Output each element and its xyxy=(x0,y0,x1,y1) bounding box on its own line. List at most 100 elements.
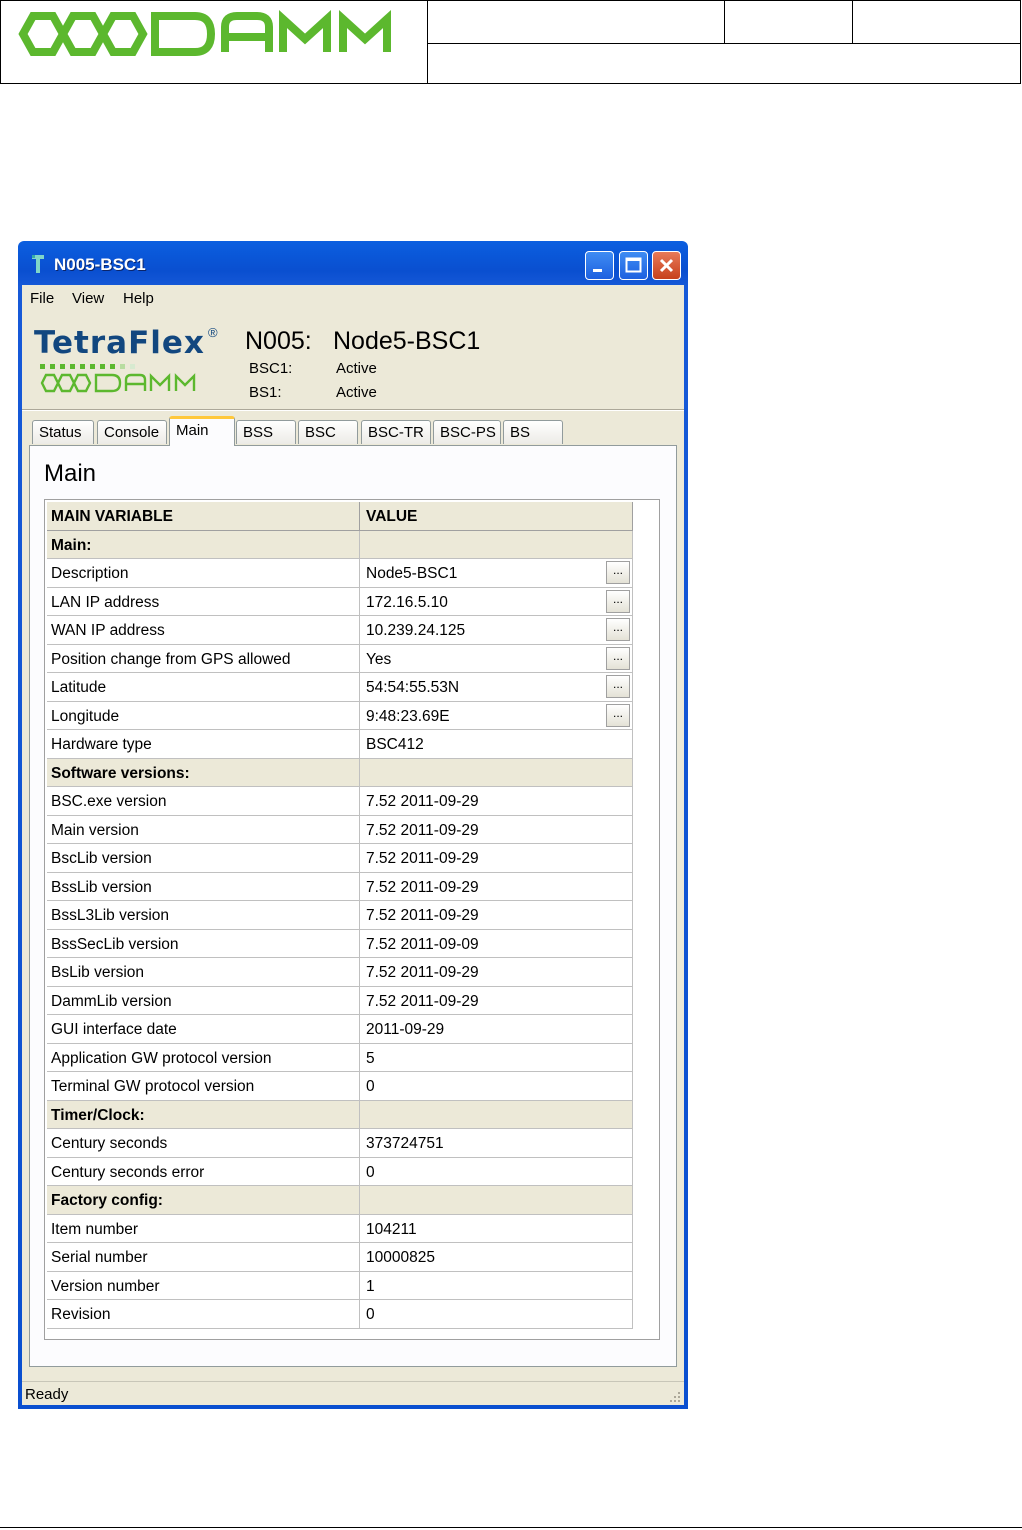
variable-value-cell[interactable]: 9:48:23.69E... xyxy=(360,701,633,729)
table-row[interactable]: BSC.exe version 7.52 2011-09-29 xyxy=(47,787,633,816)
status-label-bsc1: BSC1: xyxy=(249,360,293,377)
menu-view[interactable]: View xyxy=(72,290,104,307)
variable-value: 0 xyxy=(366,1163,375,1181)
variable-name: BsLib version xyxy=(47,958,360,986)
variable-value-cell[interactable]: 104211 xyxy=(360,1214,633,1242)
tab-bsc[interactable]: BSC xyxy=(298,420,358,444)
variable-value: 9:48:23.69E xyxy=(366,707,450,725)
table-row[interactable]: Serial number 10000825 xyxy=(47,1243,633,1272)
variable-name: Revision xyxy=(47,1300,360,1328)
table-row[interactable]: Century seconds error 0 xyxy=(47,1157,633,1186)
table-row[interactable]: BscLib version 7.52 2011-09-29 xyxy=(47,844,633,873)
variable-value-cell[interactable]: 1 xyxy=(360,1271,633,1299)
footer-rule xyxy=(0,1527,1022,1528)
tab-status[interactable]: Status xyxy=(32,420,94,444)
variable-value-cell[interactable]: 10.239.24.125... xyxy=(360,616,633,644)
variable-value-cell[interactable]: BSC412 xyxy=(360,730,633,758)
variable-name: Serial number xyxy=(47,1243,360,1271)
variable-value-cell[interactable]: 7.52 2011-09-29 xyxy=(360,872,633,900)
menu-help[interactable]: Help xyxy=(123,290,154,307)
variable-grid[interactable]: MAIN VARIABLE VALUE Main: Description Node… xyxy=(44,499,660,1340)
variable-value-cell[interactable]: 7.52 2011-09-29 xyxy=(360,844,633,872)
minimize-button[interactable] xyxy=(585,251,614,280)
table-row[interactable]: Description Node5-BSC1... xyxy=(47,559,633,588)
variable-value: 7.52 2011-09-29 xyxy=(366,907,479,924)
variable-name: Version number xyxy=(47,1271,360,1299)
tab-console[interactable]: Console xyxy=(97,420,167,444)
table-row[interactable]: WAN IP address 10.239.24.125... xyxy=(47,616,633,645)
variable-value-cell[interactable]: 7.52 2011-09-09 xyxy=(360,929,633,957)
close-button[interactable] xyxy=(652,251,681,280)
variable-value-cell[interactable]: 5 xyxy=(360,1043,633,1071)
table-row[interactable]: Application GW protocol version 5 xyxy=(47,1043,633,1072)
edit-value-button[interactable]: ... xyxy=(606,589,630,613)
edit-value-button[interactable]: ... xyxy=(606,703,630,727)
variable-value-cell[interactable]: 0 xyxy=(360,1157,633,1185)
window-title: N005-BSC1 xyxy=(54,255,146,274)
section-row: Software versions: xyxy=(47,758,633,787)
tab-bsc-ps[interactable]: BSC-PS xyxy=(433,420,501,444)
header-cell-subtitle xyxy=(428,44,1021,83)
column-header-variable[interactable]: MAIN VARIABLE xyxy=(47,502,360,530)
title-bar[interactable]: N005-BSC1 xyxy=(22,241,684,285)
app-window: N005-BSC1 File View Help TetraFlex ® N00… xyxy=(18,241,688,1409)
variable-value: 7.52 2011-09-29 xyxy=(366,878,479,896)
table-row[interactable]: BssL3Lib version 7.52 2011-09-29 xyxy=(47,901,633,930)
table-row[interactable]: LAN IP address 172.16.5.10... xyxy=(47,587,633,616)
column-header-value[interactable]: VALUE xyxy=(360,502,633,530)
variable-value: 54:54:55.53N xyxy=(366,679,460,696)
variable-value-cell[interactable]: Node5-BSC1... xyxy=(360,559,633,587)
table-row[interactable]: BssSecLib version 7.52 2011-09-09 xyxy=(47,929,633,958)
header-separator xyxy=(22,409,684,411)
edit-value-button[interactable]: ... xyxy=(606,561,630,584)
registered-mark: ® xyxy=(208,325,218,340)
table-row[interactable]: Version number 1 xyxy=(47,1271,633,1300)
variable-name: BssL3Lib version xyxy=(47,901,360,929)
table-row[interactable]: Hardware type BSC412 xyxy=(47,730,633,759)
variable-value-cell[interactable]: 373724751 xyxy=(360,1129,633,1157)
variable-value-cell[interactable]: 7.52 2011-09-29 xyxy=(360,815,633,843)
variable-value-cell[interactable]: 7.52 2011-09-29 xyxy=(360,787,633,815)
resize-grip-icon[interactable] xyxy=(667,1389,681,1403)
table-row[interactable]: Terminal GW protocol version 0 xyxy=(47,1072,633,1101)
variable-value: 7.52 2011-09-29 xyxy=(366,850,479,867)
table-row[interactable]: Position change from GPS allowed Yes... xyxy=(47,644,633,673)
edit-value-button[interactable]: ... xyxy=(606,646,630,670)
table-row[interactable]: Longitude 9:48:23.69E... xyxy=(47,701,633,730)
variable-name: Longitude xyxy=(47,701,360,729)
variable-value-cell[interactable]: 7.52 2011-09-29 xyxy=(360,986,633,1014)
variable-value-cell[interactable]: 7.52 2011-09-29 xyxy=(360,958,633,986)
edit-value-button[interactable]: ... xyxy=(606,675,630,698)
tab-strip: Status Console Main BSS BSC BSC-TR BSC-P… xyxy=(22,415,684,446)
table-row[interactable]: Item number 104211 xyxy=(47,1214,633,1243)
grid-body: MAIN VARIABLE VALUE Main: Description Node… xyxy=(47,502,633,1329)
variable-value: 7.52 2011-09-29 xyxy=(366,821,479,839)
variable-value: 7.52 2011-09-29 xyxy=(366,793,479,810)
variable-value-cell[interactable]: 54:54:55.53N... xyxy=(360,673,633,701)
tab-bss[interactable]: BSS xyxy=(236,420,296,444)
variable-value: 0 xyxy=(366,1306,375,1323)
table-row[interactable]: Revision 0 xyxy=(47,1300,633,1329)
table-row[interactable]: Main version 7.52 2011-09-29 xyxy=(47,815,633,844)
table-row[interactable]: Latitude 54:54:55.53N... xyxy=(47,673,633,702)
table-row[interactable]: DammLib version 7.52 2011-09-29 xyxy=(47,986,633,1015)
edit-value-button[interactable]: ... xyxy=(606,618,630,641)
tab-bsc-tr[interactable]: BSC-TR xyxy=(361,420,431,444)
variable-value: Node5-BSC1 xyxy=(366,565,458,582)
variable-value-cell[interactable]: Yes... xyxy=(360,644,633,672)
menu-file[interactable]: File xyxy=(30,290,54,307)
variable-value-cell[interactable]: 0 xyxy=(360,1072,633,1100)
variable-value-cell[interactable]: 172.16.5.10... xyxy=(360,587,633,615)
variable-value-cell[interactable]: 0 xyxy=(360,1300,633,1328)
variable-value: 2011-09-29 xyxy=(366,1021,445,1038)
tab-bs[interactable]: BS xyxy=(503,420,563,444)
variable-value-cell[interactable]: 7.52 2011-09-29 xyxy=(360,901,633,929)
variable-value-cell[interactable]: 10000825 xyxy=(360,1243,633,1271)
tab-main[interactable]: Main xyxy=(169,416,235,446)
maximize-button[interactable] xyxy=(619,251,648,280)
variable-value-cell[interactable]: 2011-09-29 xyxy=(360,1015,633,1043)
table-row[interactable]: BssLib version 7.52 2011-09-29 xyxy=(47,872,633,901)
table-row[interactable]: Century seconds 373724751 xyxy=(47,1129,633,1158)
table-row[interactable]: BsLib version 7.52 2011-09-29 xyxy=(47,958,633,987)
table-row[interactable]: GUI interface date 2011-09-29 xyxy=(47,1015,633,1044)
